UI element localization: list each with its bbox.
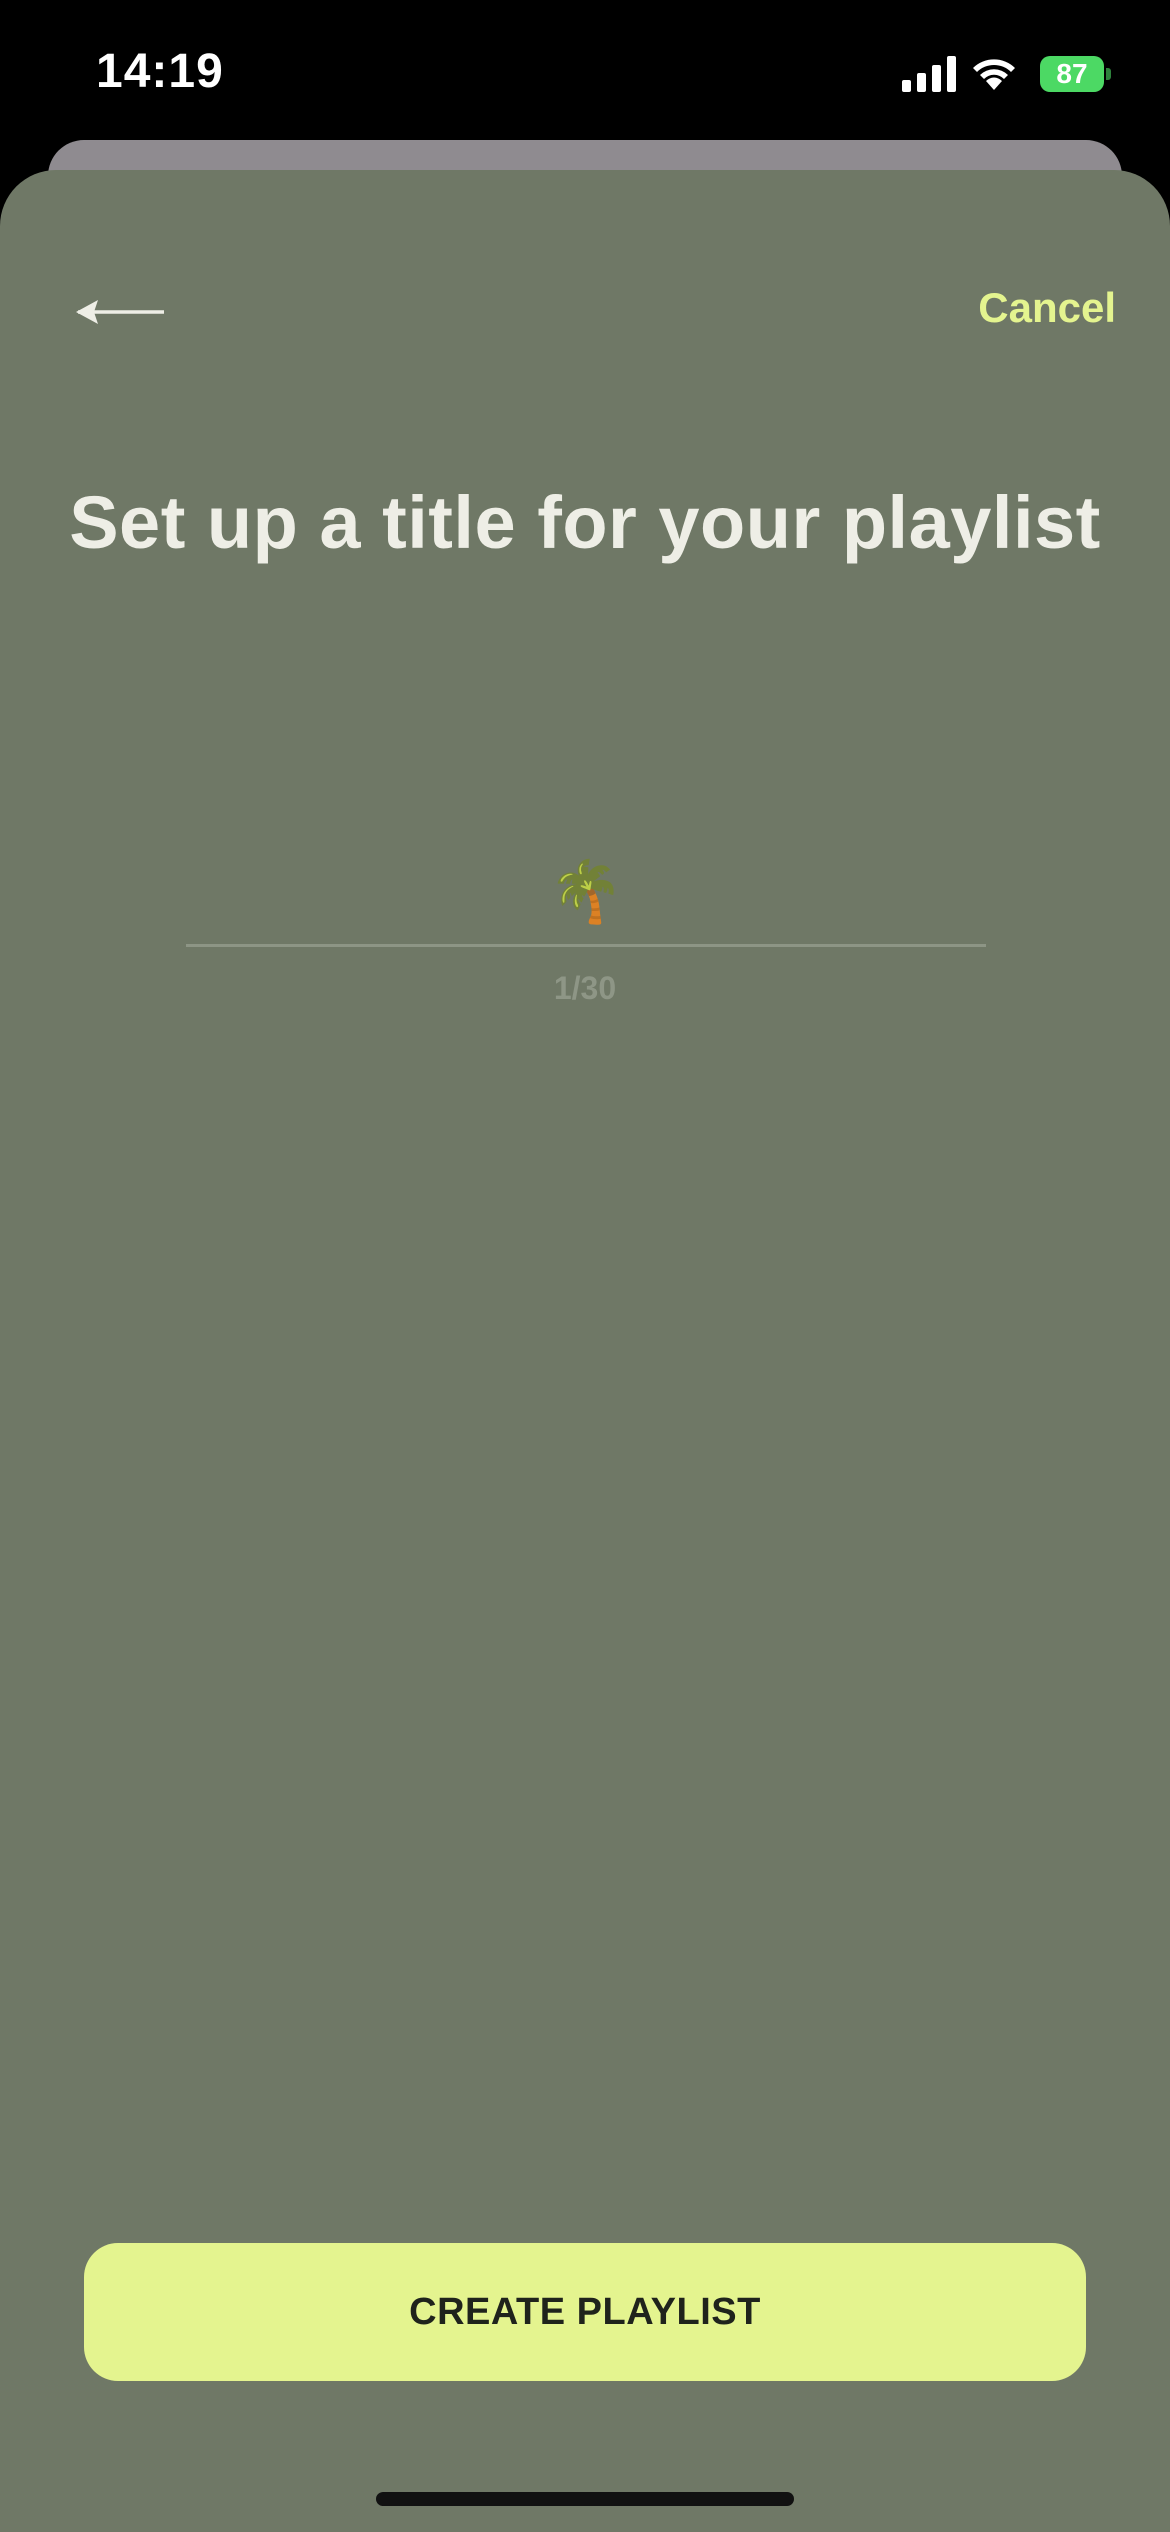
- status-time: 14:19: [96, 45, 224, 98]
- wifi-icon: [973, 59, 1015, 90]
- arrow-left-icon: [76, 300, 164, 324]
- cancel-button[interactable]: Cancel: [978, 284, 1116, 332]
- battery-icon: 87: [1040, 56, 1104, 92]
- playlist-name-input[interactable]: [186, 838, 986, 944]
- signal-bars-icon: [902, 56, 956, 92]
- home-indicator: [376, 2492, 794, 2506]
- page-title: Set up a title for your playlist: [69, 481, 1101, 564]
- create-playlist-sheet: Cancel Set up a title for your playlist …: [0, 170, 1170, 2532]
- character-counter: 1/30: [553, 970, 617, 1006]
- playlist-name-field: [186, 838, 986, 947]
- back-button[interactable]: [72, 282, 172, 342]
- create-playlist-button[interactable]: CREATE PLAYLIST: [84, 2243, 1086, 2381]
- battery-nub: [1106, 68, 1111, 80]
- screen: 14:19 87 Cancel Set up a title for your …: [0, 0, 1170, 2532]
- battery-level: 87: [1056, 58, 1088, 89]
- status-bar: 14:19 87: [0, 0, 1170, 140]
